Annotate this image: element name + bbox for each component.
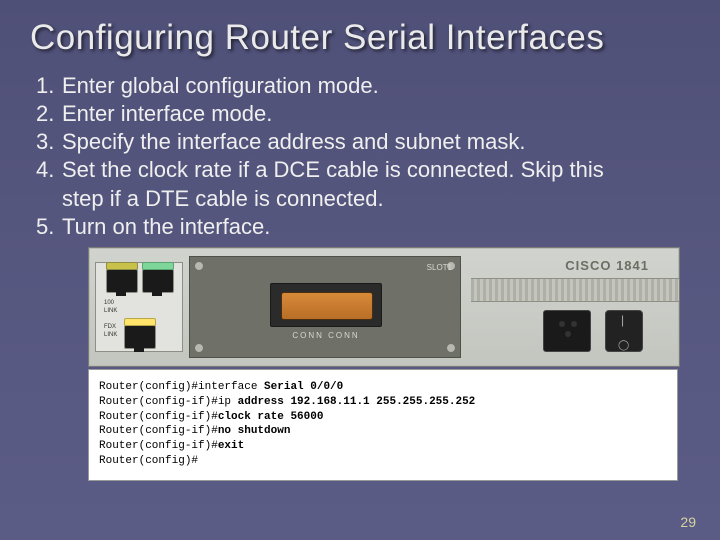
- router-brand-label: CISCO 1841: [565, 258, 649, 273]
- cli-prompt: Router(config-if)#: [99, 439, 218, 454]
- cli-text: ip: [218, 395, 238, 410]
- step-number: 3.: [36, 128, 62, 156]
- step-4-continued: step if a DTE cable is connected.: [36, 185, 692, 213]
- cli-command: Serial 0/0/0: [264, 380, 343, 395]
- cli-command: no shutdown: [218, 424, 291, 439]
- screw-icon: [446, 343, 456, 353]
- screw-icon: [194, 261, 204, 271]
- cli-prompt: Router(config-if)#: [99, 410, 218, 425]
- step-5: 5. Turn on the interface.: [36, 213, 692, 241]
- screw-icon: [194, 343, 204, 353]
- serial-connector: CONN CONN: [270, 283, 382, 327]
- console-port-icon: [142, 269, 174, 293]
- step-3: 3. Specify the interface address and sub…: [36, 128, 692, 156]
- step-2: 2. Enter interface mode.: [36, 100, 692, 128]
- step-text: Enter global configuration mode.: [62, 72, 692, 100]
- terminal-line: Router(config-if)#no shutdown: [99, 424, 667, 439]
- step-number: 5.: [36, 213, 62, 241]
- slide: Configuring Router Serial Interfaces 1. …: [0, 0, 720, 540]
- connector-label: CONN CONN: [271, 331, 381, 340]
- step-number: 4.: [36, 156, 62, 184]
- terminal-line: Router(config-if)#clock rate 56000: [99, 410, 667, 425]
- cli-command: exit: [218, 439, 244, 454]
- cli-prompt: Router(config-if)#: [99, 424, 218, 439]
- cli-command: address 192.168.11.1 255.255.255.252: [238, 395, 476, 410]
- slot-label: SLOT1: [427, 263, 452, 272]
- cli-prompt: Router(config-if)#: [99, 395, 218, 410]
- step-text: step if a DTE cable is connected.: [62, 185, 692, 213]
- wic-module: SLOT1 CONN CONN: [189, 256, 461, 358]
- router-faceplate: 100LINKFDXLINK: [95, 262, 183, 352]
- ethernet-port-icon: [124, 325, 156, 349]
- vent-strip-icon: [471, 278, 679, 302]
- router-image: 100LINKFDXLINK SLOT1 CONN CONN CISCO 184…: [88, 247, 680, 367]
- cli-command: clock rate 56000: [218, 410, 324, 425]
- step-text: Enter interface mode.: [62, 100, 692, 128]
- led-labels: 100LINKFDXLINK: [104, 299, 117, 339]
- slide-title: Configuring Router Serial Interfaces: [30, 18, 692, 58]
- terminal-line: Router(config)#interface Serial 0/0/0: [99, 380, 667, 395]
- terminal-output: Router(config)#interface Serial 0/0/0 Ro…: [88, 369, 678, 481]
- power-inlet-icon: [543, 310, 591, 352]
- cli-text: interface: [198, 380, 264, 395]
- step-1: 1. Enter global configuration mode.: [36, 72, 692, 100]
- terminal-line: Router(config-if)#ip address 192.168.11.…: [99, 395, 667, 410]
- cli-prompt: Router(config)#: [99, 380, 198, 395]
- terminal-line: Router(config)#: [99, 454, 667, 469]
- step-text: Turn on the interface.: [62, 213, 692, 241]
- terminal-line: Router(config-if)#exit: [99, 439, 667, 454]
- smart-serial-icon: [281, 292, 373, 320]
- step-number: 2.: [36, 100, 62, 128]
- power-switch-icon: [605, 310, 643, 352]
- ethernet-port-icon: [106, 269, 138, 293]
- step-text: Set the clock rate if a DCE cable is con…: [62, 156, 692, 184]
- cli-prompt: Router(config)#: [99, 454, 198, 469]
- step-4: 4. Set the clock rate if a DCE cable is …: [36, 156, 692, 184]
- page-number: 29: [680, 514, 696, 530]
- step-number: 1.: [36, 72, 62, 100]
- step-text: Specify the interface address and subnet…: [62, 128, 692, 156]
- steps-list: 1. Enter global configuration mode. 2. E…: [36, 72, 692, 241]
